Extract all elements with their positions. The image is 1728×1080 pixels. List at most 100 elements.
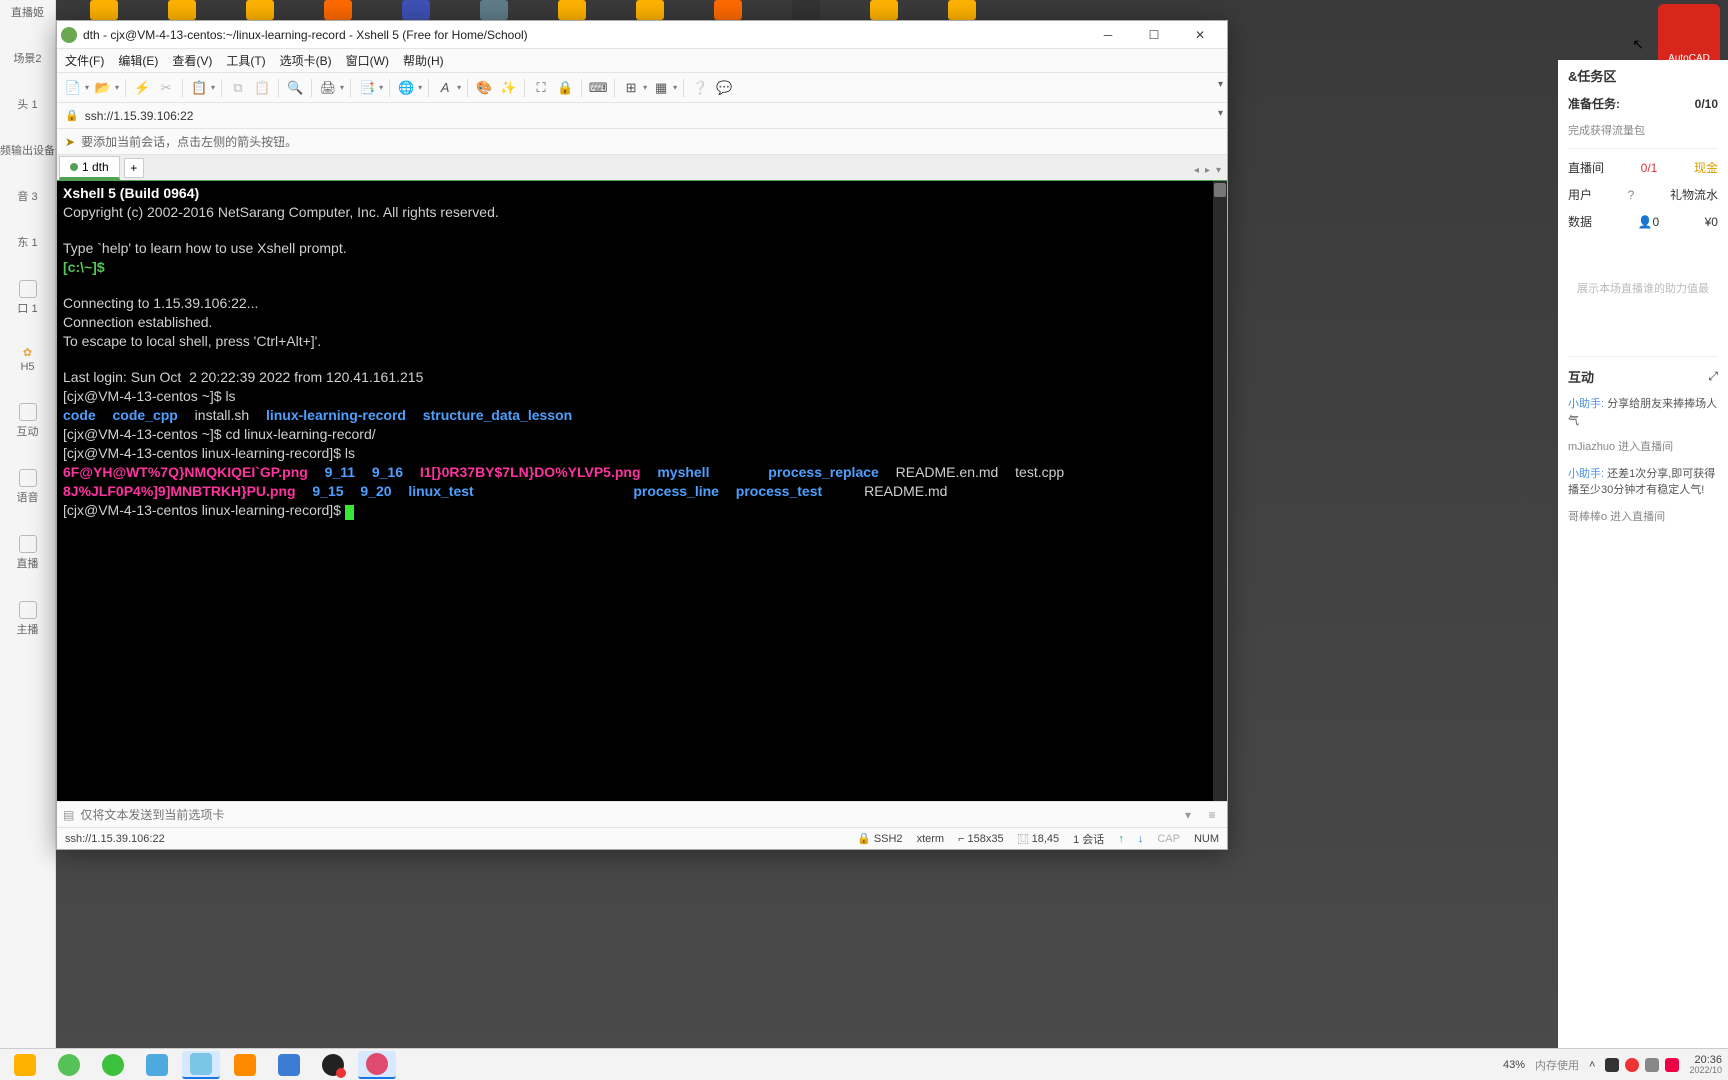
status-sessions: 1 会话 <box>1073 831 1104 847</box>
ls-file: README.md <box>864 483 947 499</box>
font-icon[interactable]: A <box>435 78 455 98</box>
taskbar-app[interactable] <box>50 1051 88 1079</box>
voice-icon[interactable] <box>19 469 37 487</box>
send-menu-icon[interactable]: ≡ <box>1203 806 1221 824</box>
open-icon[interactable]: 📂 <box>93 78 113 98</box>
taskbar-app[interactable] <box>94 1051 132 1079</box>
xshell-window: dth - cjx@VM-4-13-centos:~/linux-learnin… <box>56 20 1228 850</box>
lock-icon[interactable]: 🔒 <box>555 78 575 98</box>
copy-icon[interactable]: ⧉ <box>228 78 248 98</box>
expand-icon[interactable]: ⤢ <box>1708 369 1718 384</box>
ls-dir: myshell <box>657 464 709 480</box>
mem-label: 内存使用 <box>1535 1057 1579 1073</box>
keyboard-icon[interactable]: ⌨ <box>588 78 608 98</box>
menu-help[interactable]: 帮助(H) <box>403 52 444 69</box>
tab-prev-icon[interactable]: ◂ <box>1194 165 1199 176</box>
titlebar[interactable]: dth - cjx@VM-4-13-centos:~/linux-learnin… <box>57 21 1227 49</box>
add-tab-button[interactable]: + <box>124 158 144 178</box>
send-input[interactable] <box>80 808 1173 822</box>
globe-icon[interactable]: 🌐 <box>396 78 416 98</box>
taskbar-app[interactable] <box>270 1051 308 1079</box>
taskbar-app[interactable] <box>182 1051 220 1079</box>
autocad-icon[interactable]: AutoCAD <box>1658 4 1720 66</box>
streaming-left-panel: 直播姬 场景2 头 1 频输出设备 音 3 东 1 口 1 ✿H5 互动 语音 … <box>0 0 56 1080</box>
properties-icon[interactable]: 📋 <box>189 78 209 98</box>
chat-icon[interactable]: 💬 <box>714 78 734 98</box>
terminal-scrollbar[interactable] <box>1213 181 1227 801</box>
fullscreen-icon[interactable]: ⛶ <box>531 78 551 98</box>
tray-icon[interactable] <box>1625 1058 1639 1072</box>
term-cmd: cd linux-learning-record/ <box>225 426 375 442</box>
user-label[interactable]: 用户 <box>1568 186 1592 203</box>
lp-label: H5 <box>20 361 34 373</box>
status-cap: CAP <box>1157 833 1180 845</box>
lp-label: 东 1 <box>17 234 37 250</box>
term-line: Last login: Sun Oct 2 20:22:39 2022 from… <box>63 369 423 385</box>
add-icon[interactable]: ⊞ <box>621 78 641 98</box>
address-url[interactable]: ssh://1.15.39.106:22 <box>85 109 194 123</box>
menu-tools[interactable]: 工具(T) <box>226 52 265 69</box>
anchor-icon[interactable] <box>19 601 37 619</box>
ls-dir: 9_20 <box>360 483 391 499</box>
term-prompt: [cjx@VM-4-13-centos ~]$ <box>63 388 225 404</box>
tray-icon[interactable] <box>1645 1058 1659 1072</box>
taskbar-app[interactable] <box>314 1051 352 1079</box>
term-line: Type `help' to learn how to use Xshell p… <box>63 240 347 256</box>
terminal-cursor <box>345 505 354 520</box>
highlight-icon[interactable]: ✨ <box>498 78 518 98</box>
ls-dir: 9_16 <box>372 464 403 480</box>
status-pos: 18,45 <box>1032 833 1060 845</box>
gift-label[interactable]: 礼物流水 <box>1670 186 1718 203</box>
tab-next-icon[interactable]: ▸ <box>1205 165 1210 176</box>
toolbar-overflow-icon[interactable]: ▾ <box>1218 79 1223 90</box>
help-icon[interactable]: ❔ <box>690 78 710 98</box>
ls-dir: linux_test <box>408 483 473 499</box>
menu-window[interactable]: 窗口(W) <box>346 52 389 69</box>
status-size: 158x35 <box>968 833 1004 845</box>
term-prompt: [c:\~]$ <box>63 259 105 275</box>
transfer-icon[interactable]: 📑 <box>357 78 377 98</box>
find-icon[interactable]: 🔍 <box>285 78 305 98</box>
tab-session[interactable]: 1 dth <box>59 156 120 180</box>
tray-icon[interactable] <box>1665 1058 1679 1072</box>
terminal[interactable]: Xshell 5 (Build 0964) Copyright (c) 2002… <box>57 181 1227 801</box>
close-button[interactable]: ✕ <box>1177 21 1223 49</box>
tray-chevron-icon[interactable]: ˄ <box>1589 1059 1595 1071</box>
color-icon[interactable]: 🎨 <box>474 78 494 98</box>
send-dropdown-icon[interactable]: ▾ <box>1179 806 1197 824</box>
maximize-button[interactable]: ☐ <box>1131 21 1177 49</box>
taskbar-app[interactable] <box>226 1051 264 1079</box>
lp-label: 互动 <box>17 423 39 439</box>
disconnect-icon[interactable]: ✂ <box>156 78 176 98</box>
taskbar-right: 43% 内存使用 ˄ 20:36 2022/10 <box>1503 1054 1722 1076</box>
taskbar-app-xshell[interactable] <box>358 1051 396 1079</box>
status-bar: ssh://1.15.39.106:22 🔒SSH2 xterm ⌐ 158x3… <box>57 827 1227 849</box>
lp-label: 主播 <box>17 621 39 637</box>
reconnect-icon[interactable]: ⚡ <box>132 78 152 98</box>
checkbox-icon[interactable] <box>19 280 37 298</box>
live-icon[interactable] <box>19 535 37 553</box>
paste-icon[interactable]: 📋 <box>252 78 272 98</box>
term-prompt: [cjx@VM-4-13-centos linux-learning-recor… <box>63 445 345 461</box>
menu-tabs[interactable]: 选项卡(B) <box>280 52 332 69</box>
menu-view[interactable]: 查看(V) <box>172 52 212 69</box>
minimize-button[interactable]: ─ <box>1085 21 1131 49</box>
menu-file[interactable]: 文件(F) <box>65 52 104 69</box>
address-dropdown-icon[interactable]: ▾ <box>1218 108 1223 119</box>
send-target-icon[interactable]: ▤ <box>63 808 74 822</box>
menu-edit[interactable]: 编辑(E) <box>118 52 158 69</box>
bookmark-arrow-icon[interactable]: ➤ <box>65 135 75 149</box>
scrollbar-thumb[interactable] <box>1214 183 1226 197</box>
taskbar-app[interactable] <box>6 1051 44 1079</box>
print-icon[interactable]: 🖨 <box>318 78 338 98</box>
streaming-right-panel: &任务区 准备任务: 0/10 完成获得流量包 直播间 0/1 现金 用户 ? … <box>1558 60 1728 1060</box>
ls-dir: process_line <box>633 483 719 499</box>
interact-icon[interactable] <box>19 403 37 421</box>
new-session-icon[interactable]: 📄 <box>63 78 83 98</box>
taskbar-app[interactable] <box>138 1051 176 1079</box>
tray-icon[interactable] <box>1605 1058 1619 1072</box>
tab-list-icon[interactable]: ▾ <box>1216 165 1221 176</box>
helper1-name: 小助手: <box>1568 398 1604 410</box>
user-help-icon[interactable]: ? <box>1628 188 1635 202</box>
layout-icon[interactable]: ▦ <box>651 78 671 98</box>
